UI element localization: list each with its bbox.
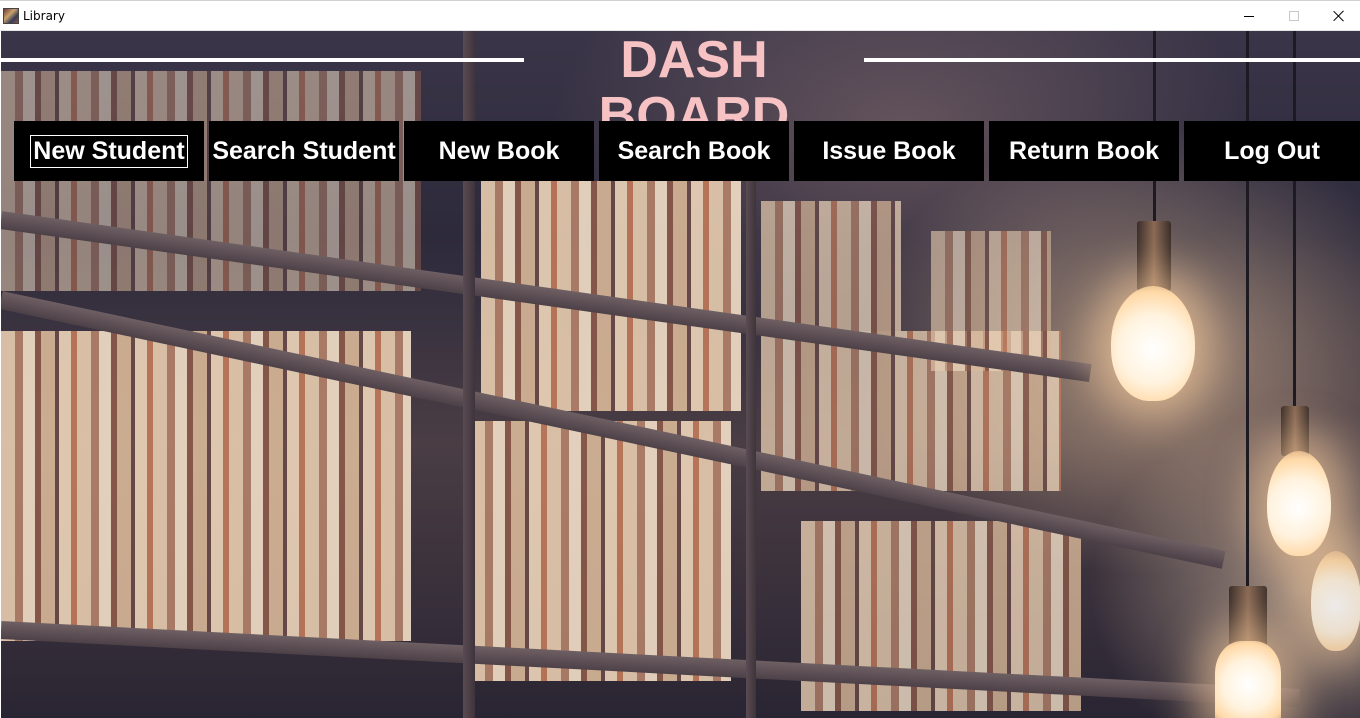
- return-book-label: Return Book: [1009, 136, 1159, 165]
- lamp-cord: [1293, 31, 1296, 411]
- close-button[interactable]: [1316, 1, 1360, 31]
- light-bulb: [1111, 286, 1195, 401]
- bookshelf-row: [761, 201, 901, 331]
- light-bulb: [1215, 641, 1281, 718]
- search-book-button[interactable]: Search Book: [599, 121, 789, 181]
- page-title: DASH BOARD: [598, 31, 790, 145]
- issue-book-button[interactable]: Issue Book: [794, 121, 984, 181]
- lamp-cord: [1246, 31, 1249, 591]
- new-book-button[interactable]: New Book: [404, 121, 594, 181]
- minimize-icon: [1244, 15, 1254, 17]
- new-student-button[interactable]: New Student: [14, 121, 204, 181]
- log-out-button[interactable]: Log Out: [1184, 121, 1360, 181]
- lamp-socket: [1229, 586, 1267, 646]
- maximize-button[interactable]: [1271, 1, 1317, 31]
- light-bulb: [1311, 551, 1360, 651]
- search-student-button[interactable]: Search Student: [209, 121, 399, 181]
- app-icon: [3, 8, 19, 24]
- search-book-label: Search Book: [617, 136, 771, 165]
- return-book-button[interactable]: Return Book: [989, 121, 1179, 181]
- search-student-label: Search Student: [212, 136, 396, 165]
- lamp-socket: [1137, 221, 1171, 291]
- header-divider-right: [864, 58, 1360, 62]
- window-titlebar: Library: [0, 0, 1360, 31]
- new-book-label: New Book: [438, 136, 560, 165]
- new-student-label: New Student: [30, 134, 188, 168]
- light-bulb: [1267, 451, 1331, 556]
- minimize-button[interactable]: [1226, 1, 1272, 31]
- log-out-label: Log Out: [1224, 136, 1320, 165]
- shelf-upright: [746, 151, 756, 718]
- window-title: Library: [23, 9, 65, 23]
- bookshelf-row: [471, 421, 731, 681]
- header-divider-left: [0, 58, 524, 62]
- maximize-icon: [1289, 11, 1299, 21]
- close-icon: [1333, 10, 1345, 22]
- issue-book-label: Issue Book: [822, 136, 956, 165]
- lamp-socket: [1281, 406, 1309, 456]
